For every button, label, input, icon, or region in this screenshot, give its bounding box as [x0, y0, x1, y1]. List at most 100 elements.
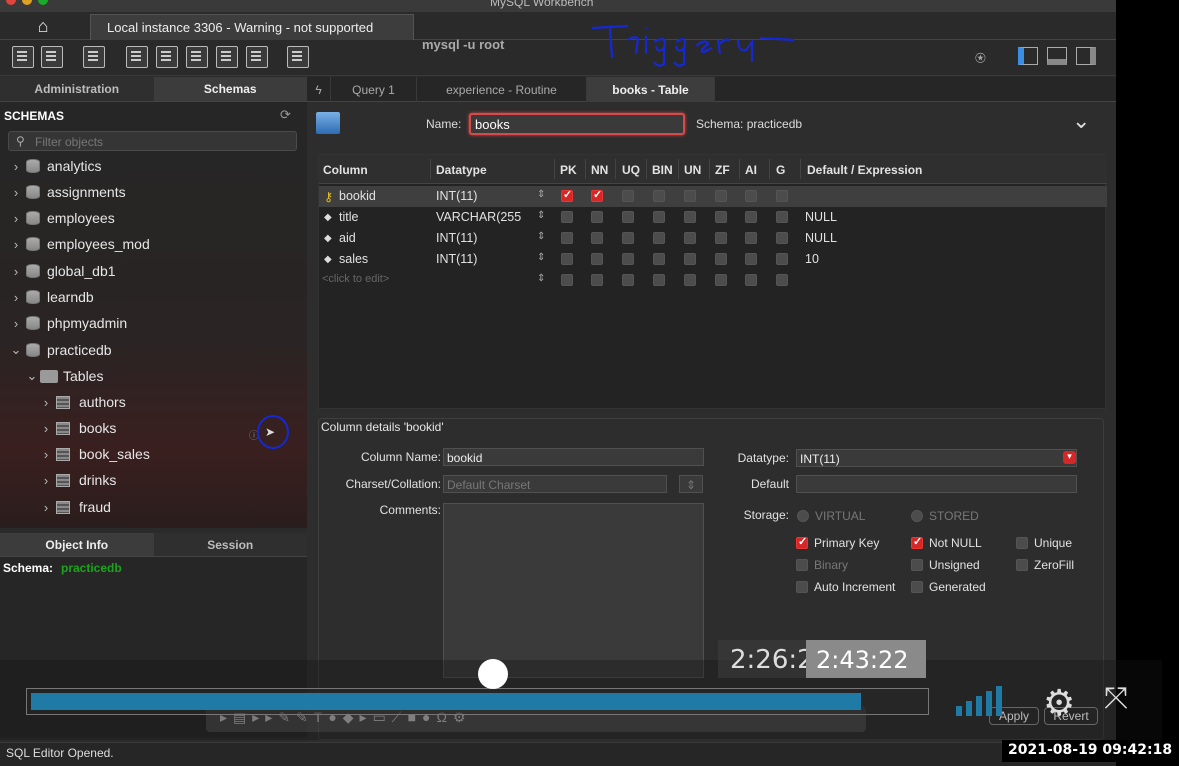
flag-checkbox[interactable]	[653, 232, 665, 244]
flag-checkbox[interactable]	[715, 274, 727, 286]
tab-books-table[interactable]: books - Table	[587, 77, 715, 102]
open-sql-script-icon[interactable]	[41, 46, 63, 68]
minimize-icon[interactable]	[22, 0, 32, 5]
chevron-down-icon[interactable]: ⌄	[26, 368, 38, 384]
flag-checkbox[interactable]	[653, 190, 665, 202]
flag-checkbox[interactable]	[715, 211, 727, 223]
flag-checkbox[interactable]	[622, 253, 634, 265]
flag-checkbox[interactable]	[684, 274, 696, 286]
checkbox-unsigned[interactable]: Unsigned	[911, 558, 980, 572]
flag-checkbox[interactable]	[776, 232, 788, 244]
fullscreen-icon[interactable]: ⤧	[1104, 682, 1128, 716]
inspector-icon[interactable]	[83, 46, 105, 68]
flag-checkbox[interactable]	[653, 211, 665, 223]
create-table-icon[interactable]	[156, 46, 178, 68]
toggle-sidebar-icon[interactable]	[1018, 47, 1038, 65]
checkbox-unique[interactable]: Unique	[1016, 536, 1072, 550]
datatype-stepper-icon[interactable]: ⇕	[537, 210, 545, 221]
flag-checkbox[interactable]	[776, 211, 788, 223]
search-table-data-icon[interactable]	[287, 46, 309, 68]
datatype-cell[interactable]: INT(11)	[436, 231, 477, 245]
schema-item[interactable]: › learndb	[10, 284, 94, 310]
header-un[interactable]: UN	[684, 163, 701, 177]
default-input[interactable]	[796, 475, 1077, 493]
checkbox-not-null[interactable]: Not NULL	[911, 535, 982, 550]
tab-session[interactable]: Session	[154, 533, 308, 556]
header-nn[interactable]: NN	[591, 163, 608, 177]
zoom-icon[interactable]	[38, 0, 48, 5]
default-cell[interactable]: NULL	[805, 210, 837, 224]
flag-checkbox[interactable]	[622, 232, 634, 244]
volume-icon[interactable]	[956, 684, 1016, 716]
flag-checkbox[interactable]	[745, 190, 757, 202]
flag-checkbox[interactable]	[591, 253, 603, 265]
flag-checkbox[interactable]	[653, 253, 665, 265]
tab-query-1[interactable]: Query 1	[331, 77, 417, 102]
virtual-radio[interactable]: VIRTUAL	[797, 509, 865, 523]
tab-experience-routine[interactable]: experience - Routine	[417, 77, 587, 102]
chevron-right-icon[interactable]: ›	[10, 211, 22, 226]
tab-schemas[interactable]: Schemas	[153, 77, 307, 101]
flag-checkbox[interactable]	[561, 253, 573, 265]
table-name-input[interactable]: books	[469, 113, 685, 135]
create-schema-icon[interactable]	[126, 46, 148, 68]
chevron-right-icon[interactable]: ›	[40, 447, 52, 462]
workbench-logo-icon[interactable]: ⍟	[975, 48, 986, 69]
header-column[interactable]: Column	[323, 163, 368, 177]
header-ai[interactable]: AI	[745, 163, 757, 177]
flag-checkbox[interactable]	[561, 188, 573, 202]
tab-object-info[interactable]: Object Info	[0, 533, 154, 556]
chevron-right-icon[interactable]: ›	[10, 159, 22, 174]
flag-checkbox[interactable]	[684, 253, 696, 265]
dropdown-arrow-icon[interactable]: ▾	[1063, 451, 1076, 464]
collapse-chevron-icon[interactable]: ⌄	[1072, 108, 1090, 134]
flag-checkbox[interactable]	[776, 253, 788, 265]
checkbox-auto-increment[interactable]: Auto Increment	[796, 580, 895, 594]
flag-checkbox[interactable]	[745, 232, 757, 244]
table-item[interactable]: › drinks	[40, 467, 117, 493]
collation-select[interactable]: ⇕	[679, 475, 703, 493]
header-uq[interactable]: UQ	[622, 163, 640, 177]
flag-checkbox[interactable]	[745, 274, 757, 286]
checkbox-zerofill[interactable]: ZeroFill	[1016, 558, 1074, 572]
home-icon[interactable]: ⌂	[0, 12, 86, 40]
chevron-right-icon[interactable]: ›	[10, 237, 22, 252]
video-playhead[interactable]	[478, 659, 508, 689]
refresh-icon[interactable]: ⟳	[280, 107, 291, 123]
header-bin[interactable]: BIN	[652, 163, 673, 177]
close-icon[interactable]	[6, 0, 16, 5]
table-row[interactable]: ⚷ bookid INT(11) ⇕	[319, 186, 1107, 207]
flag-checkbox[interactable]	[591, 232, 603, 244]
flag-checkbox[interactable]	[776, 190, 788, 202]
chevron-right-icon[interactable]: ›	[10, 316, 22, 331]
column-name-input[interactable]: bookid	[443, 448, 704, 466]
datatype-cell[interactable]: VARCHAR(255	[436, 210, 521, 224]
chevron-right-icon[interactable]: ›	[40, 395, 52, 410]
default-cell[interactable]: 10	[805, 252, 819, 266]
comments-textarea[interactable]	[443, 503, 704, 678]
schema-item[interactable]: › analytics	[10, 153, 102, 179]
datatype-stepper-icon[interactable]: ⇕	[537, 273, 545, 284]
column-name-cell[interactable]: title	[339, 210, 358, 224]
table-item[interactable]: › book_sales	[40, 441, 150, 467]
flag-checkbox[interactable]	[622, 274, 634, 286]
filter-objects-input[interactable]: Filter objects ⚲	[8, 131, 297, 151]
flag-checkbox[interactable]	[745, 253, 757, 265]
checkbox-primary-key[interactable]: Primary Key	[796, 535, 879, 550]
flag-checkbox[interactable]	[776, 274, 788, 286]
create-view-icon[interactable]	[186, 46, 208, 68]
flag-checkbox[interactable]	[591, 274, 603, 286]
tables-folder[interactable]: ⌄ Tables	[26, 363, 104, 389]
schema-item[interactable]: › employees_mod	[10, 231, 150, 257]
create-function-icon[interactable]	[246, 46, 268, 68]
flag-checkbox[interactable]	[561, 211, 573, 223]
schema-item-practicedb[interactable]: ⌄ practicedb	[10, 337, 112, 363]
column-name-cell[interactable]: sales	[339, 252, 368, 266]
flag-checkbox[interactable]	[591, 188, 603, 202]
flag-checkbox[interactable]	[622, 211, 634, 223]
create-procedure-icon[interactable]	[216, 46, 238, 68]
schema-item[interactable]: › phpmyadmin	[10, 310, 127, 336]
chevron-right-icon[interactable]: ›	[40, 421, 52, 436]
header-default[interactable]: Default / Expression	[807, 163, 922, 177]
flag-checkbox[interactable]	[622, 190, 634, 202]
